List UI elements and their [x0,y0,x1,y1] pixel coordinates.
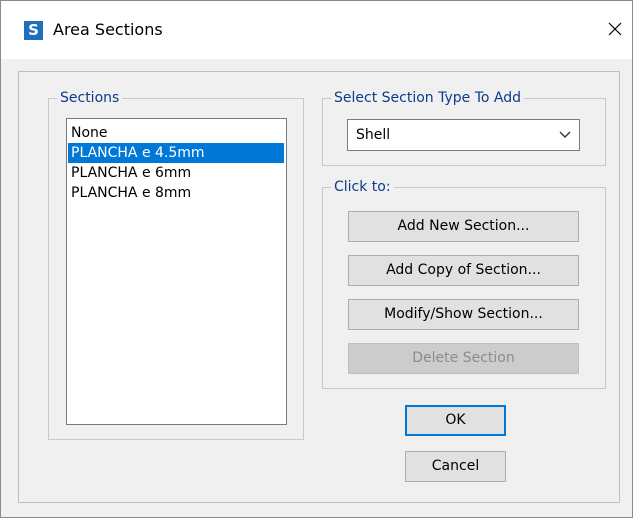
app-logo-icon: S [24,21,43,40]
close-icon [608,22,622,36]
click-to-group-label: Click to: [331,179,394,195]
delete-section-button[interactable]: Delete Section [348,343,579,374]
cancel-button[interactable]: Cancel [405,451,506,482]
window-title: Area Sections [53,20,163,39]
list-item-label: PLANCHA e 4.5mm [71,145,205,161]
ok-button[interactable]: OK [405,405,506,436]
list-item-plancha-6mm[interactable]: PLANCHA e 6mm [68,163,284,183]
list-item-plancha-8mm[interactable]: PLANCHA e 8mm [68,183,284,203]
chevron-down-icon [559,131,571,138]
section-type-value: Shell [356,127,391,143]
modify-show-section-button[interactable]: Modify/Show Section... [348,299,579,330]
title-bar: S Area Sections [1,1,632,59]
add-new-section-button[interactable]: Add New Section... [348,211,579,242]
section-type-select[interactable]: Shell [347,119,580,151]
add-copy-section-button[interactable]: Add Copy of Section... [348,255,579,286]
list-item-none[interactable]: None [68,123,284,143]
list-item-label: PLANCHA e 6mm [71,165,192,181]
list-item-plancha-4-5mm[interactable]: PLANCHA e 4.5mm [68,143,284,163]
sections-listbox[interactable]: None PLANCHA e 4.5mm PLANCHA e 6mm PLANC… [66,118,287,425]
sections-group-label: Sections [57,90,123,106]
list-item-label: PLANCHA e 8mm [71,185,192,201]
area-sections-dialog: S Area Sections Sections None PLANCHA e … [0,0,633,518]
section-type-group-label: Select Section Type To Add [331,90,525,106]
close-button[interactable] [598,13,632,47]
list-item-label: None [71,125,108,141]
